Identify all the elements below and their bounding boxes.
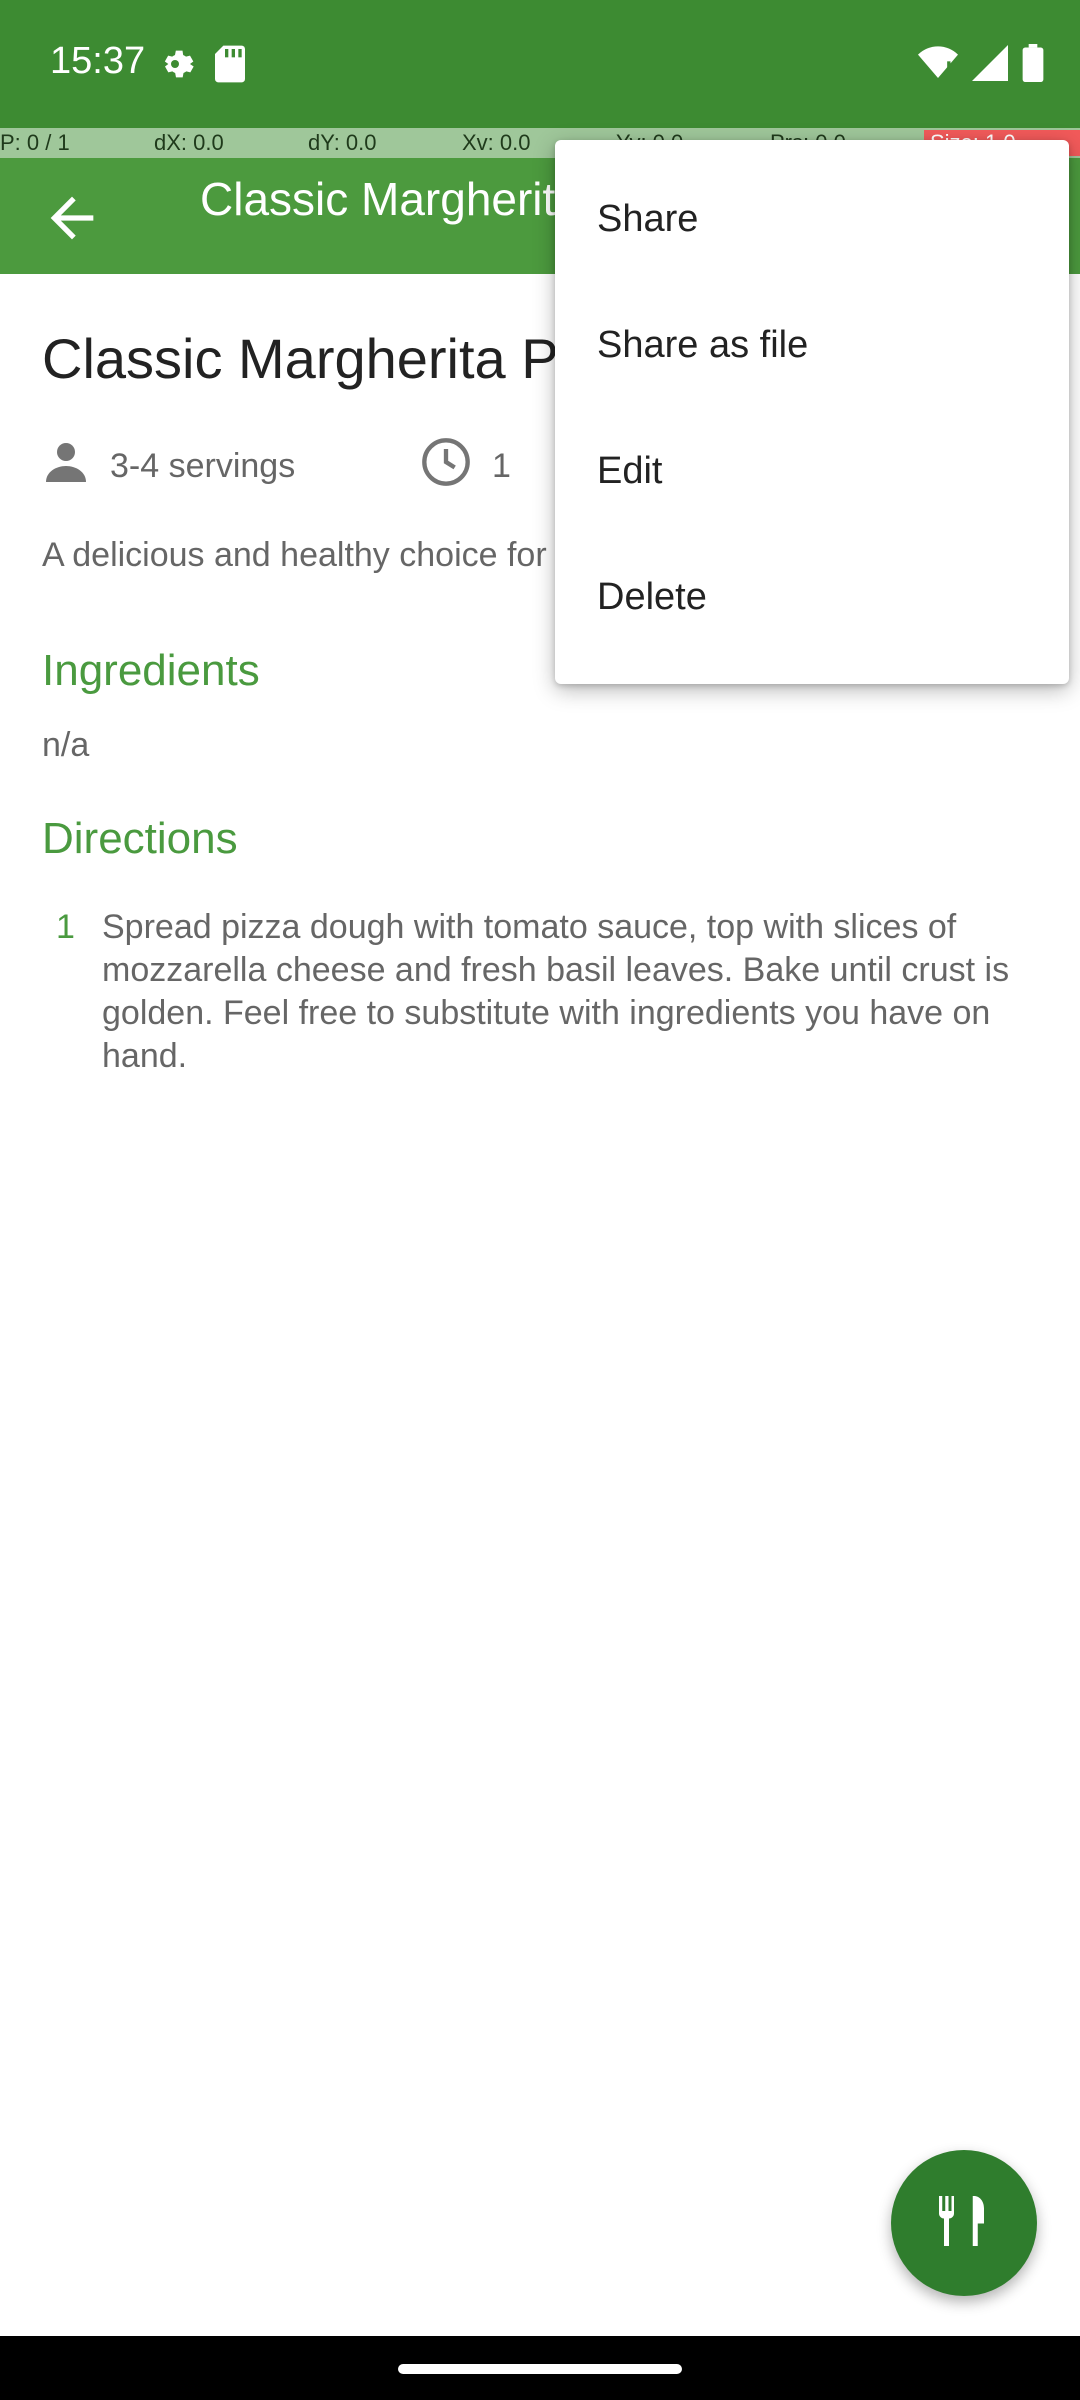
debug-dy: dY: 0.0 (308, 130, 377, 155)
recipe-meta: 3-4 servings 1 (42, 436, 511, 497)
battery-icon (1022, 44, 1044, 87)
system-nav-bar (0, 2336, 1080, 2400)
menu-item-edit[interactable]: Edit (597, 450, 662, 493)
person-icon (42, 438, 90, 495)
wifi-icon (918, 45, 958, 86)
time-label: 1 (492, 447, 511, 485)
menu-item-share-as-file[interactable]: Share as file (597, 324, 808, 367)
home-handle[interactable] (398, 2364, 682, 2374)
status-time: 15:37 (50, 40, 146, 82)
debug-pointer-count: P: 0 / 1 (0, 130, 70, 155)
servings-label: 3-4 servings (110, 447, 296, 485)
cook-fab-button[interactable] (891, 2150, 1037, 2296)
status-bar: 15:37 (0, 0, 1080, 128)
sd-card-icon (213, 44, 247, 89)
arrow-back-icon[interactable] (40, 186, 104, 250)
gear-icon (155, 44, 195, 89)
clock-icon (420, 436, 472, 497)
overflow-menu: Share Share as file Edit Delete (555, 140, 1069, 684)
debug-dx: dX: 0.0 (154, 130, 224, 155)
ingredients-heading: Ingredients (42, 646, 260, 695)
step-text: Spread pizza dough with tomato sauce, to… (102, 908, 1010, 1075)
step-number: 1 (56, 908, 75, 946)
directions-heading: Directions (42, 814, 238, 863)
debug-xv: Xv: 0.0 (462, 130, 531, 155)
signal-icon (972, 45, 1008, 86)
menu-item-delete[interactable]: Delete (597, 576, 707, 619)
utensils-icon (934, 2191, 994, 2256)
ingredients-value: n/a (42, 726, 90, 764)
menu-item-share[interactable]: Share (597, 198, 698, 241)
